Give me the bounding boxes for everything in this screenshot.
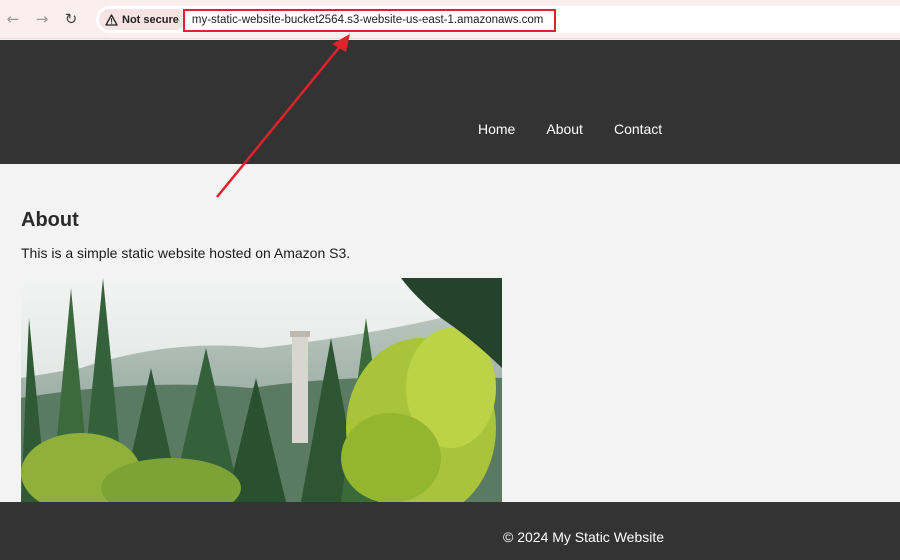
- page-description: This is a simple static website hosted o…: [21, 245, 351, 261]
- nav-link-home[interactable]: Home: [478, 121, 515, 137]
- nav-link-contact[interactable]: Contact: [614, 121, 662, 137]
- footer-copyright: © 2024 My Static Website: [503, 529, 665, 545]
- security-label: Not secure: [122, 13, 179, 26]
- forest-photo: [21, 278, 502, 502]
- back-arrow-icon[interactable]: ←: [3, 9, 23, 29]
- site-header: Home About Contact: [0, 40, 900, 164]
- forward-arrow-icon[interactable]: →: [32, 9, 52, 29]
- main-content: About This is a simple static website ho…: [21, 164, 881, 261]
- site-footer: © 2024 My Static Website: [0, 502, 900, 560]
- security-indicator[interactable]: Not secure: [99, 9, 186, 30]
- warning-icon: [105, 13, 118, 26]
- reload-icon[interactable]: ↻: [61, 9, 81, 29]
- site-nav: Home About Contact: [478, 121, 693, 137]
- nav-link-about[interactable]: About: [546, 121, 583, 137]
- url-highlight-box: [183, 9, 556, 32]
- forest-image: [21, 278, 502, 502]
- page-heading: About: [21, 209, 79, 231]
